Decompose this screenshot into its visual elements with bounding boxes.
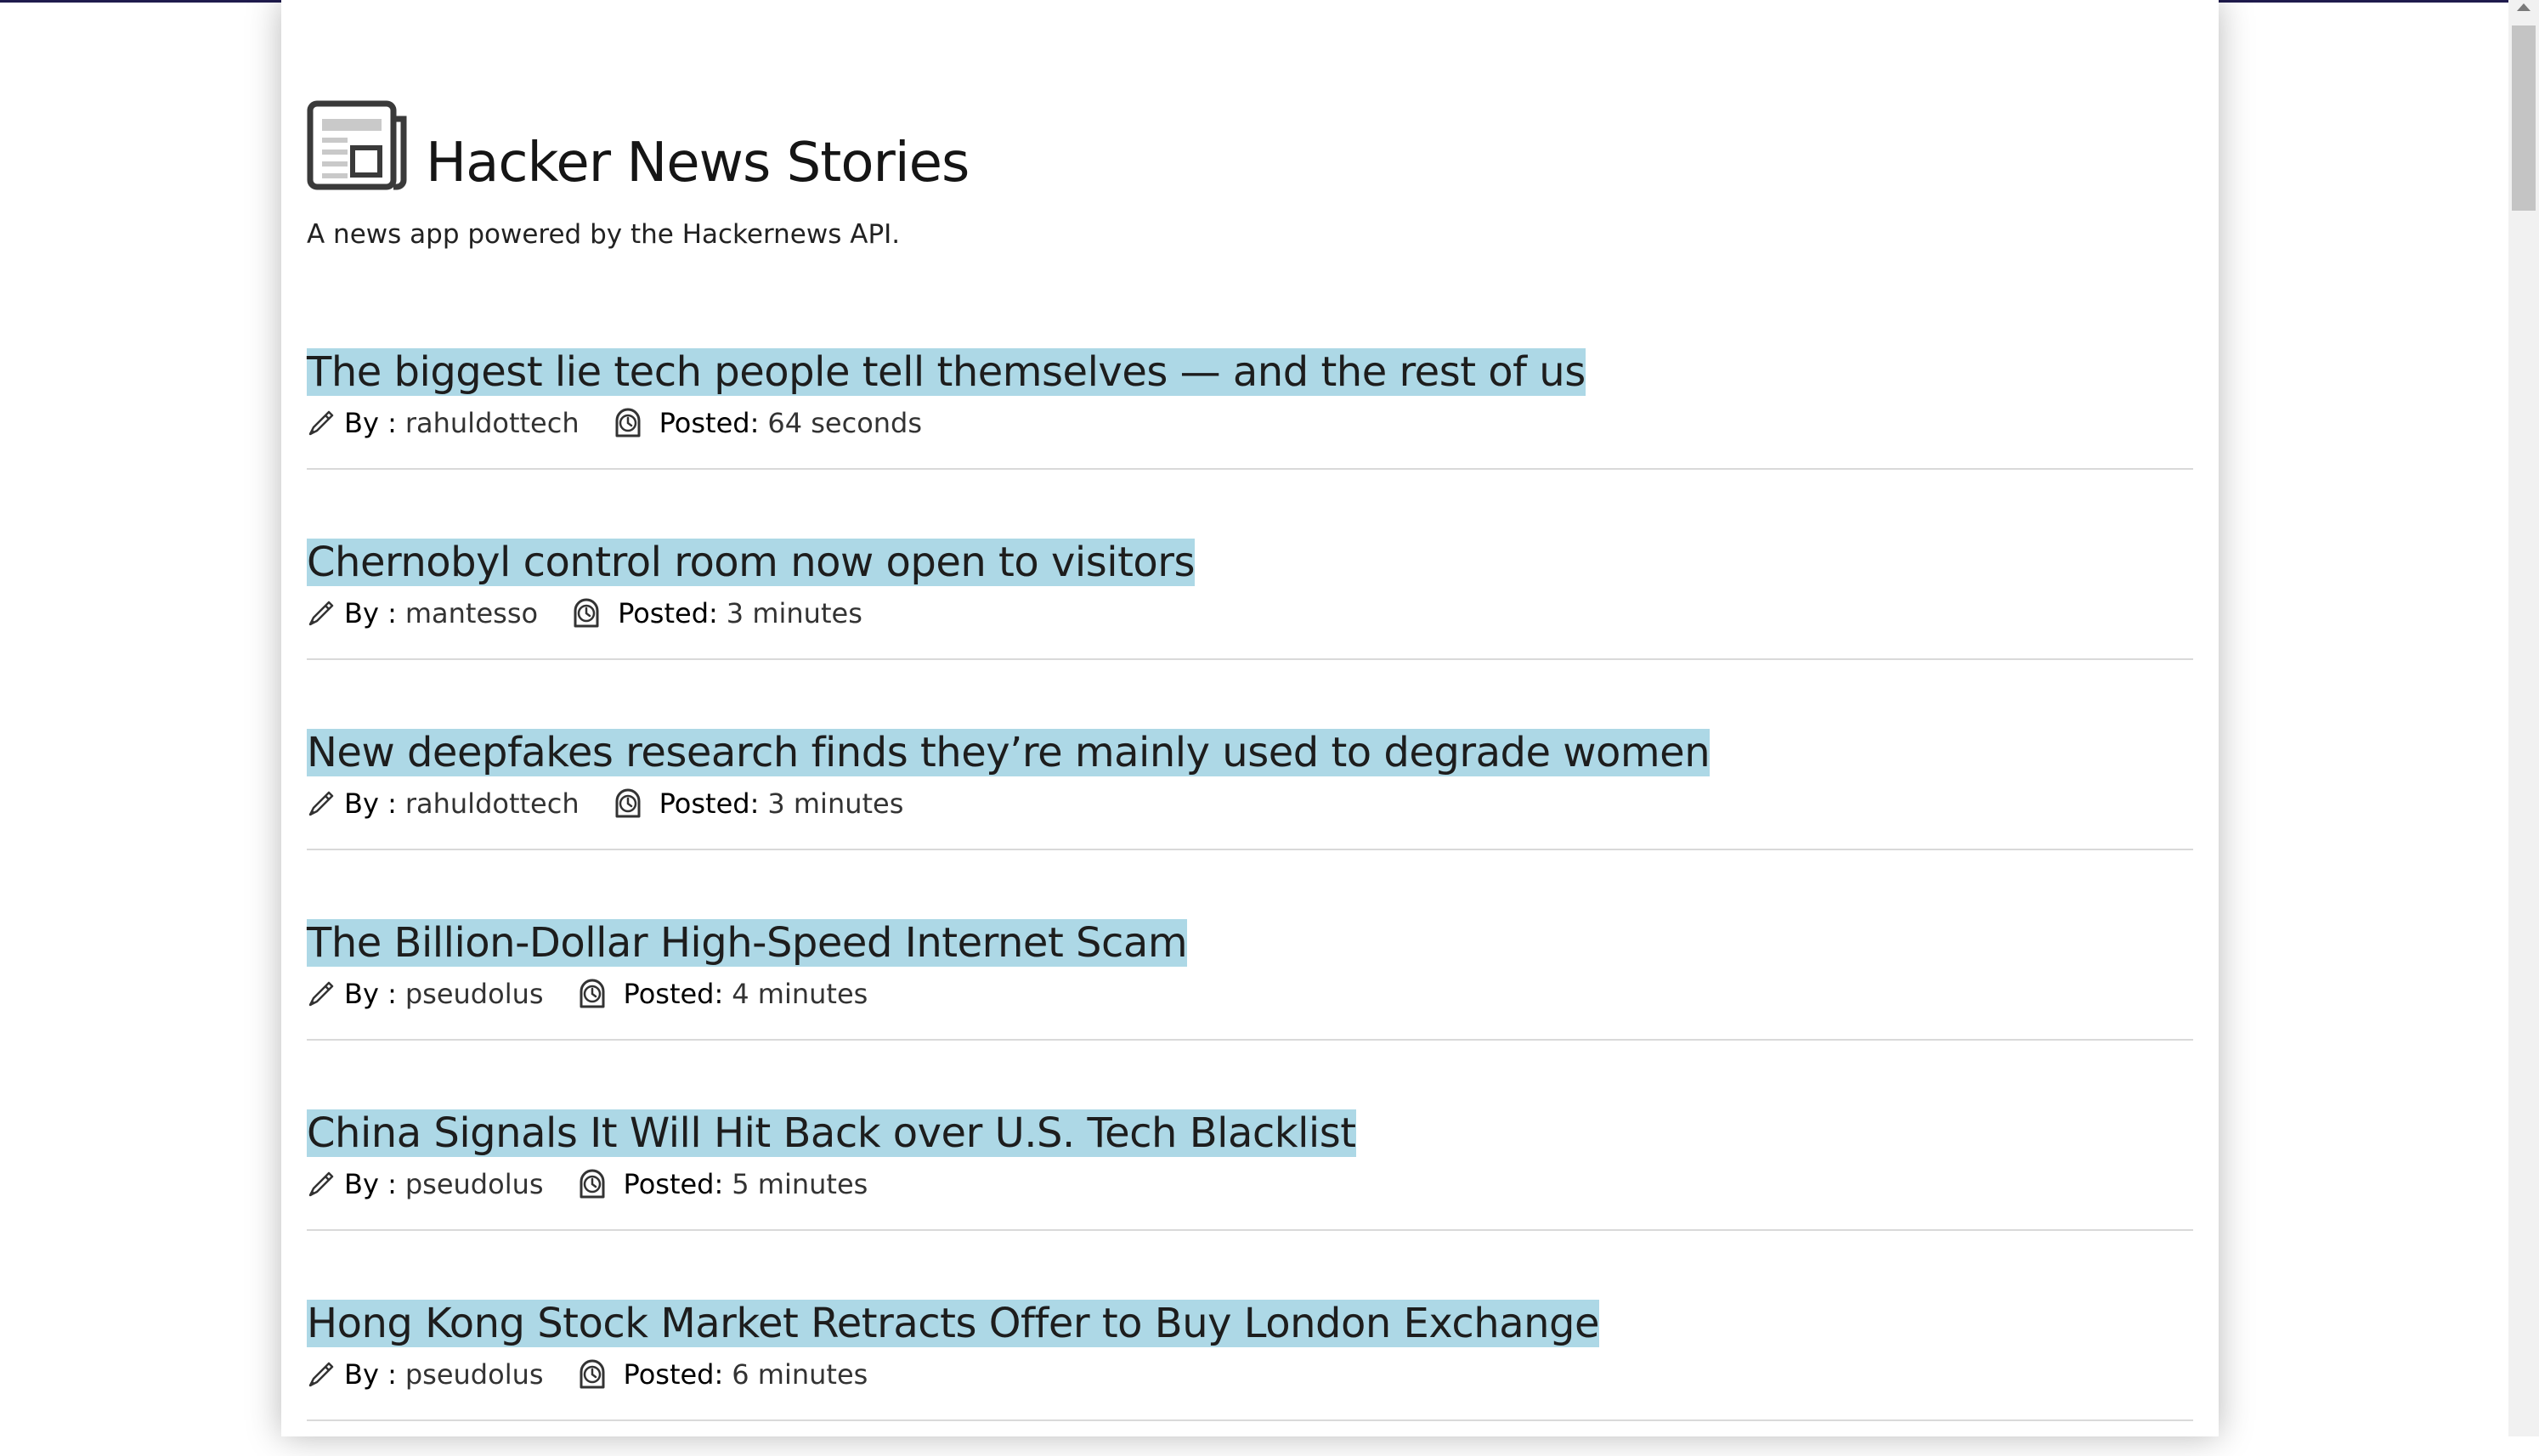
story-meta: By : rahuldottech Posted: 64 seconds (307, 404, 922, 442)
story-author: pseudolus (404, 978, 544, 1010)
clock-icon (580, 979, 605, 1008)
posted-label: Posted: (623, 1358, 724, 1391)
story-item: The Billion-Dollar High-Speed Internet S… (307, 885, 2193, 1075)
story-posted-time: 4 minutes (732, 978, 868, 1010)
pen-icon (308, 1362, 334, 1387)
story-item: The biggest lie tech people tell themsel… (307, 314, 2193, 505)
posted-label: Posted: (618, 597, 718, 629)
vertical-scrollbar[interactable] (2508, 0, 2539, 1436)
pen-icon (308, 601, 334, 626)
story-title-link[interactable]: The biggest lie tech people tell themsel… (307, 348, 1586, 396)
story-divider (307, 849, 2193, 850)
scrollbar-thumb[interactable] (2512, 25, 2536, 211)
newspaper-icon (307, 100, 407, 190)
author-label: By : (344, 978, 397, 1010)
clock-icon (580, 1359, 605, 1389)
story-title-link[interactable]: Hong Kong Stock Market Retracts Offer to… (307, 1300, 1600, 1347)
clock-icon (615, 788, 641, 818)
scroll-up-arrow-icon[interactable] (2517, 3, 2531, 11)
story-divider (307, 468, 2193, 470)
story-item: Chernobyl control room now open to visit… (307, 505, 2193, 695)
posted-label: Posted: (659, 407, 760, 439)
page-title: Hacker News Stories (426, 132, 970, 195)
story-meta: By : mantesso Posted: 3 minutes (307, 595, 862, 632)
page-subtitle: A news app powered by the Hackernews API… (307, 219, 901, 250)
pen-icon (308, 1171, 334, 1197)
story-posted-time: 64 seconds (767, 407, 923, 439)
posted-label: Posted: (623, 978, 724, 1010)
story-meta: By : pseudolus Posted: 5 minutes (307, 1165, 868, 1203)
story-posted-time: 3 minutes (726, 597, 862, 629)
posted-label: Posted: (659, 787, 760, 820)
story-meta: By : pseudolus Posted: 6 minutes (307, 1356, 868, 1393)
clock-icon (580, 1169, 605, 1199)
pen-icon (308, 410, 334, 436)
story-author: pseudolus (404, 1358, 544, 1391)
story-posted-time: 5 minutes (732, 1168, 868, 1200)
story-author: mantesso (404, 597, 539, 629)
pen-icon (308, 791, 334, 816)
story-list: The biggest lie tech people tell themsel… (307, 314, 2193, 1456)
story-title-link[interactable]: Chernobyl control room now open to visit… (307, 539, 1196, 586)
story-title-link[interactable]: China Signals It Will Hit Back over U.S.… (307, 1109, 1356, 1157)
story-meta: By : rahuldottech Posted: 3 minutes (307, 785, 903, 822)
story-posted-time: 3 minutes (767, 787, 904, 820)
clock-icon (574, 598, 599, 628)
page-container: Hacker News Stories A news app powered b… (281, 0, 2219, 1436)
story-author: rahuldottech (404, 407, 580, 439)
story-divider (307, 1039, 2193, 1041)
author-label: By : (344, 1168, 397, 1200)
story-item: New deepfakes research finds they’re mai… (307, 695, 2193, 885)
clock-icon (615, 408, 641, 437)
story-title-link[interactable]: New deepfakes research finds they’re mai… (307, 729, 1711, 776)
story-item: Hong Kong Stock Market Retracts Offer to… (307, 1266, 2193, 1456)
author-label: By : (344, 407, 397, 439)
story-divider (307, 1419, 2193, 1421)
page-header: Hacker News Stories (307, 76, 970, 195)
posted-label: Posted: (623, 1168, 724, 1200)
story-author: rahuldottech (404, 787, 580, 820)
story-item: China Signals It Will Hit Back over U.S.… (307, 1075, 2193, 1266)
author-label: By : (344, 1358, 397, 1391)
pen-icon (308, 981, 334, 1007)
story-divider (307, 658, 2193, 660)
author-label: By : (344, 597, 397, 629)
story-title-link[interactable]: The Billion-Dollar High-Speed Internet S… (307, 919, 1188, 967)
story-author: pseudolus (404, 1168, 544, 1200)
story-posted-time: 6 minutes (732, 1358, 868, 1391)
story-meta: By : pseudolus Posted: 4 minutes (307, 975, 868, 1013)
author-label: By : (344, 787, 397, 820)
story-divider (307, 1229, 2193, 1231)
